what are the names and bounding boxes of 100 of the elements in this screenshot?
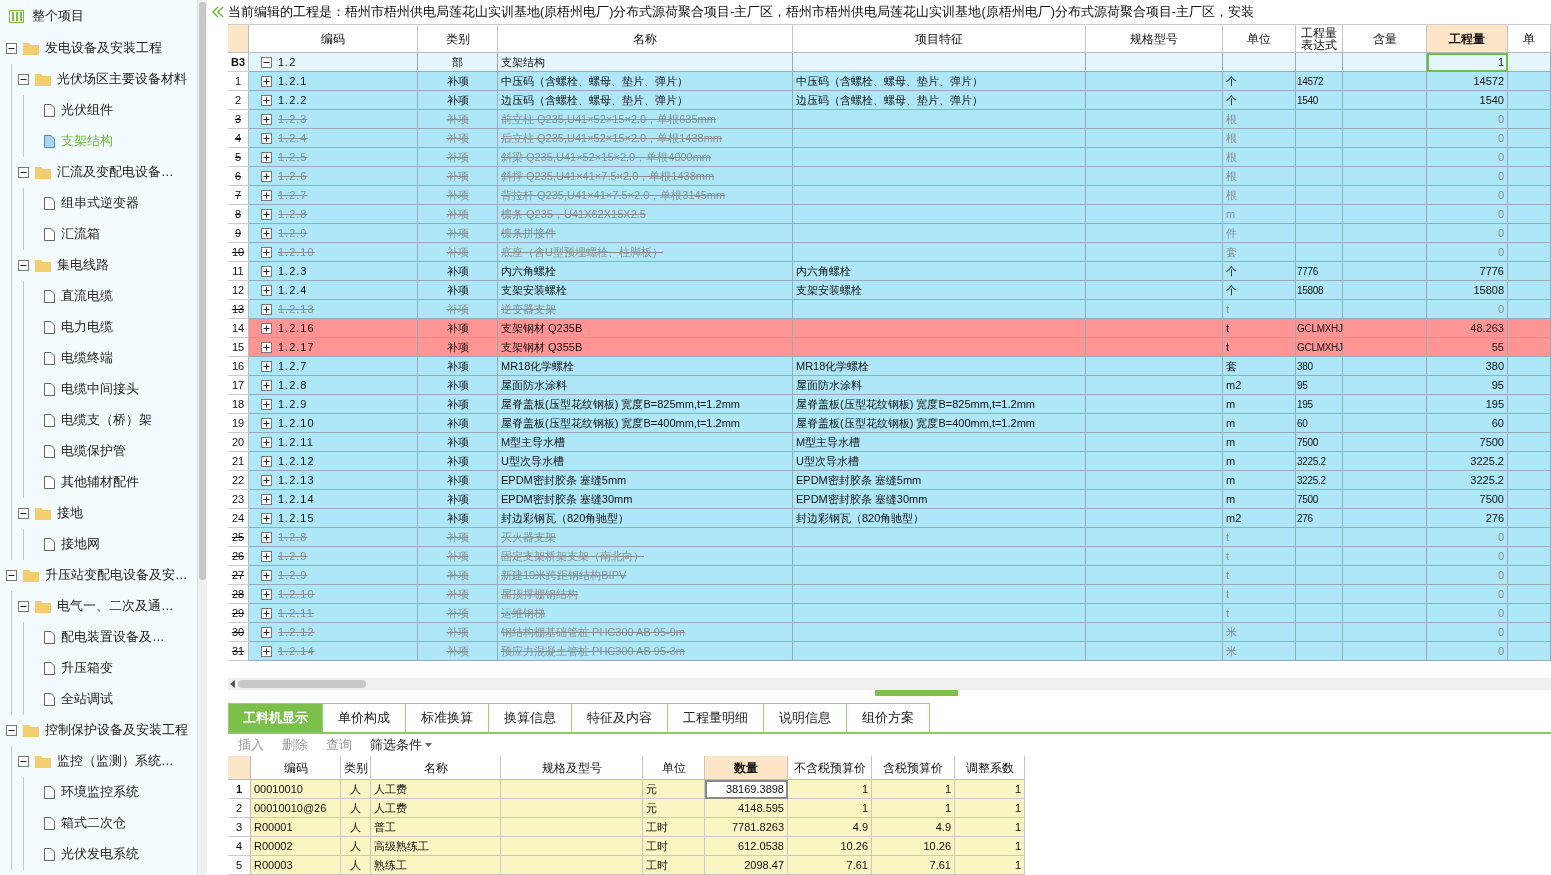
table-row[interactable]: 20 1.2.11 补项 M型主导水槽 M型主导水槽 m 7500 7500 <box>228 433 1551 452</box>
table-row[interactable]: 27 1.2.9 补项 新建10米跨距钢结构BIPV t 0 <box>228 566 1551 585</box>
column-header[interactable]: 规格型号 <box>1086 25 1223 53</box>
column-header[interactable]: 含量 <box>1343 25 1427 53</box>
table-row[interactable]: 21 1.2.12 补项 U型次导水槽 U型次导水槽 m 3225.2 3225.2 <box>228 452 1551 471</box>
expand-icon[interactable] <box>261 645 272 657</box>
collapse-icon[interactable] <box>18 167 29 178</box>
tree-item[interactable]: 光伏场区主要设备材料 <box>57 71 187 88</box>
expand-icon[interactable] <box>261 113 272 125</box>
tree-item[interactable]: 接地网 <box>61 536 100 553</box>
table-row[interactable]: 19 1.2.10 补项 屋脊盖板(压型花纹钢板) 宽度B=400mm,t=1.2mm 屋脊盖板(压型花纹钢板) 宽度B=400mm,t=1.2mm m 60 60 <box>228 414 1551 433</box>
expand-icon[interactable] <box>261 341 272 353</box>
column-header[interactable]: 单位 <box>1223 25 1296 53</box>
table-row[interactable]: 26 1.2.9 补项 固定支架桥架支架（南北向） t 0 <box>228 547 1551 566</box>
collapse-icon[interactable] <box>18 601 29 612</box>
column-header[interactable]: 含税预算价 <box>872 756 955 780</box>
collapse-icon[interactable] <box>18 756 29 767</box>
collapse-icon[interactable] <box>6 725 17 736</box>
expand-icon[interactable] <box>261 588 272 600</box>
tree-item[interactable]: 汇流及变配电设备… <box>57 164 174 181</box>
expand-icon[interactable] <box>261 474 272 486</box>
table-row[interactable]: 9 1.2.9 补项 檩条拼接件 件 0 <box>228 224 1551 243</box>
expand-icon[interactable] <box>261 303 272 315</box>
tree-item[interactable]: 电缆保护管 <box>61 443 126 460</box>
tree-item[interactable]: 环境监控系统 <box>61 784 139 801</box>
collapse-icon[interactable] <box>261 56 272 68</box>
tree-item[interactable]: 电缆终端 <box>61 350 113 367</box>
expand-icon[interactable] <box>261 436 272 448</box>
tree-item[interactable]: 电气一、二次及通… <box>57 598 174 615</box>
tree-item[interactable]: 光伏组件 <box>61 102 113 119</box>
expand-icon[interactable] <box>261 360 272 372</box>
tree-item[interactable]: 箱式二次仓 <box>61 815 126 832</box>
column-header[interactable]: 名称 <box>498 25 793 53</box>
table-row[interactable]: 4 1.2.4 补项 后立柱 Q235,U41×52×15×2.0，单根1438mm 根 0 <box>228 129 1551 148</box>
table-row[interactable]: 12 1.2.4 补项 支架安装螺栓 支架安装螺栓 个 15808 15808 <box>228 281 1551 300</box>
tree-item[interactable]: 汇流箱 <box>61 226 100 243</box>
expand-icon[interactable] <box>261 75 272 87</box>
tree-item[interactable]: 直流电缆 <box>61 288 113 305</box>
expand-icon[interactable] <box>261 512 272 524</box>
tree-item[interactable]: 集电线路 <box>57 257 109 274</box>
table-row[interactable]: 25 1.2.8 补项 灭火器支架 t 0 <box>228 528 1551 547</box>
table-row[interactable]: 8 1.2.8 补项 檩条 Q235，U41X62X15X2.5 m 0 <box>228 205 1551 224</box>
tree-item[interactable]: 控制保护设备及安装工程 <box>45 722 188 739</box>
column-header[interactable]: 数量 <box>705 756 788 780</box>
filter-dropdown[interactable]: 筛选条件 <box>370 736 432 754</box>
table-row[interactable]: 29 1.2.11 补项 运维钢梯 t 0 <box>228 604 1551 623</box>
expand-icon[interactable] <box>261 246 272 258</box>
column-header[interactable]: 工程量表达式 <box>1296 25 1343 53</box>
expand-icon[interactable] <box>261 208 272 220</box>
collapse-icon[interactable] <box>6 43 17 54</box>
column-header[interactable]: 工程量 <box>1427 25 1508 53</box>
tree-item[interactable]: 监控（监测）系统… <box>57 753 174 770</box>
collapse-icon[interactable] <box>18 508 29 519</box>
collapse-icon[interactable] <box>18 260 29 271</box>
expand-icon[interactable] <box>261 284 272 296</box>
expand-icon[interactable] <box>261 151 272 163</box>
expand-icon[interactable] <box>261 94 272 106</box>
column-header[interactable]: 调整系数 <box>955 756 1025 780</box>
tree-item[interactable]: 组串式逆变器 <box>61 195 139 212</box>
scrollbar[interactable] <box>198 0 207 875</box>
expand-icon[interactable] <box>261 170 272 182</box>
table-row[interactable]: 7 1.2.7 补项 背拉杆 Q235,U41×41×7.5×2.0，单根3145mm 根 0 <box>228 186 1551 205</box>
expand-icon[interactable] <box>261 398 272 410</box>
tree-item[interactable]: 升压站变配电设备及安… <box>45 567 188 584</box>
table-row[interactable]: 13 1.2.13 补项 逆变器支架 t 0 <box>228 300 1551 319</box>
tree-item[interactable]: 电缆中间接头 <box>61 381 139 398</box>
column-header[interactable]: 类别 <box>418 25 498 53</box>
table-row[interactable]: 2 1.2.2 补项 边压码（含螺栓、螺母、垫片、弹片） 边压码（含螺栓、螺母、垫片、弹片） 个 1540 1540 <box>228 91 1551 110</box>
tree-item[interactable]: 接地 <box>57 505 83 522</box>
table-row[interactable]: 28 1.2.10 补项 屋顶撑棚钢结构 t 0 <box>228 585 1551 604</box>
expand-icon[interactable] <box>261 189 272 201</box>
tree-item[interactable]: 发电设备及安装工程 <box>45 40 162 57</box>
tree-item[interactable]: 光伏发电系统 <box>61 846 139 863</box>
table-row[interactable]: 3 1.2.3 补项 前立柱 Q235,U41×52×15×2.0，单根635mm 根 0 <box>228 110 1551 129</box>
tree-item[interactable]: 配电装置设备及… <box>61 629 165 646</box>
expand-icon[interactable] <box>261 227 272 239</box>
table-row[interactable]: 23 1.2.14 补项 EPDM密封胶条 塞缝30mm EPDM密封胶条 塞缝30mm m 7500 7500 <box>228 490 1551 509</box>
expand-icon[interactable] <box>261 550 272 562</box>
expand-icon[interactable] <box>261 569 272 581</box>
table-row[interactable]: 11 1.2.3 补项 内六角螺栓 内六角螺栓 个 7776 7776 <box>228 262 1551 281</box>
table-row[interactable]: 30 1.2.12 补项 钢结构棚基础管桩 PHC300 AB 95-9m 米 0 <box>228 623 1551 642</box>
table-row[interactable]: 15 1.2.17 补项 支架钢材 Q355B t GCLMXHJ 55 <box>228 338 1551 357</box>
column-header[interactable]: 项目特征 <box>793 25 1086 53</box>
collapse-icon[interactable] <box>6 570 17 581</box>
expand-icon[interactable] <box>261 265 272 277</box>
table-row[interactable]: 5 1.2.5 补项 斜梁 Q235,U41×52×15×2.0，单根4000mm 根 0 <box>228 148 1551 167</box>
expand-icon[interactable] <box>261 379 272 391</box>
expand-icon[interactable] <box>261 322 272 334</box>
column-header[interactable]: 单位 <box>643 756 705 780</box>
expand-icon[interactable] <box>261 132 272 144</box>
table-row[interactable]: 17 1.2.8 补项 屋面防水涂料 屋面防水涂料 m2 95 95 <box>228 376 1551 395</box>
table-row[interactable]: 31 1.2.14 补项 预应力混凝土管桩 PHC300 AB 95-3m 米 0 <box>228 642 1551 661</box>
table-row[interactable]: 10 1.2.10 补项 底座（含U型预埋螺栓、柱脚板） 套 0 <box>228 243 1551 262</box>
column-header[interactable]: 单 <box>1508 25 1551 53</box>
splitter-handle[interactable] <box>875 690 958 696</box>
expand-icon[interactable] <box>261 626 272 638</box>
tab[interactable]: 组价方案 <box>846 703 930 732</box>
tree-item[interactable]: 其他辅材配件 <box>61 474 139 491</box>
table-row[interactable]: 1 1.2.1 补项 中压码（含螺栓、螺母、垫片、弹片） 中压码（含螺栓、螺母、垫片、弹片） 个 14572 14572 <box>228 72 1551 91</box>
column-header[interactable]: 名称 <box>371 756 501 780</box>
